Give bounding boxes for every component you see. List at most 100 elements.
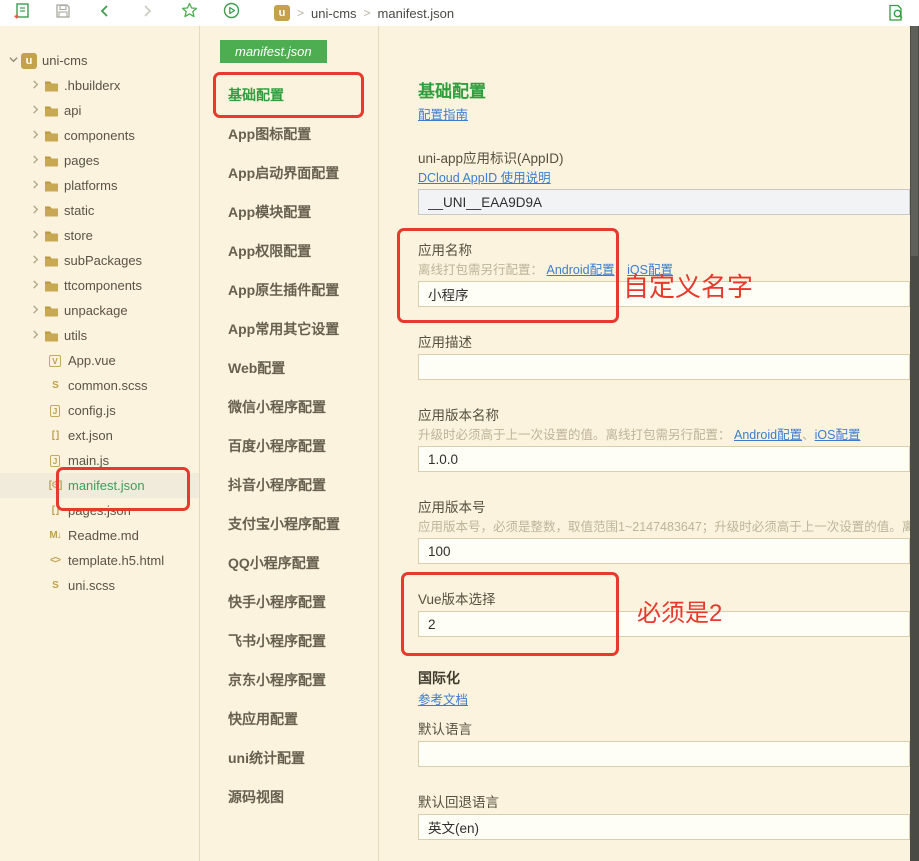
tree-folder-row[interactable]: utils [0, 323, 199, 348]
breadcrumb-file[interactable]: manifest.json [378, 6, 455, 21]
tree-folder-row[interactable]: api [0, 98, 199, 123]
chevron-right-icon[interactable] [28, 130, 42, 142]
tree-file-row[interactable]: M↓ Readme.md [0, 523, 199, 548]
new-file-button[interactable] [0, 0, 42, 26]
android-config-link[interactable]: Android配置 [547, 263, 615, 277]
tree-folder-row[interactable]: store [0, 223, 199, 248]
star-icon [181, 2, 198, 24]
config-guide-link[interactable]: 配置指南 [418, 108, 468, 122]
tree-folder-label: static [64, 203, 94, 218]
tree-folder-row[interactable]: platforms [0, 173, 199, 198]
version-name-input[interactable] [418, 446, 910, 472]
settings-nav-item[interactable]: 微信小程序配置 [200, 387, 378, 426]
vertical-scrollbar[interactable] [910, 26, 919, 861]
tree-file-row[interactable]: [⚙] manifest.json [0, 473, 199, 498]
i18n-docs-link[interactable]: 参考文档 [418, 693, 468, 707]
settings-nav-item-label: App常用其它设置 [228, 319, 339, 339]
chevron-right-icon[interactable] [28, 205, 42, 217]
settings-nav-item[interactable]: Web配置 [200, 348, 378, 387]
version-code-input[interactable] [418, 538, 910, 564]
document-tab[interactable]: manifest.json [220, 40, 327, 63]
chevron-right-icon[interactable] [28, 180, 42, 192]
tree-file-row[interactable]: [ ] pages.json [0, 498, 199, 523]
tree-file-row[interactable]: S common.scss [0, 373, 199, 398]
panel-divider[interactable] [378, 26, 379, 861]
breadcrumb-separator: > [364, 6, 371, 20]
version-name-label: 应用版本名称 [418, 407, 910, 424]
page-title: 基础配置 [418, 82, 910, 102]
breadcrumb-project[interactable]: uni-cms [311, 6, 357, 21]
tree-file-row[interactable]: V App.vue [0, 348, 199, 373]
settings-nav-item[interactable]: App原生插件配置 [200, 270, 378, 309]
back-button[interactable] [84, 0, 126, 26]
file-search-icon [887, 9, 905, 26]
settings-nav-item[interactable]: 支付宝小程序配置 [200, 504, 378, 543]
settings-nav-item[interactable]: 快手小程序配置 [200, 582, 378, 621]
tree-file-row[interactable]: [ ] ext.json [0, 423, 199, 448]
tree-file-row[interactable]: <> template.h5.html [0, 548, 199, 573]
search-in-file-button[interactable] [887, 4, 905, 27]
fallback-language-field: 默认回退语言 [418, 794, 910, 840]
tree-file-label: uni.scss [68, 578, 115, 593]
settings-nav-item[interactable]: 快应用配置 [200, 699, 378, 738]
scrollbar-thumb[interactable] [911, 26, 918, 256]
android-config-link[interactable]: Android配置 [734, 428, 802, 442]
settings-nav-item[interactable]: 百度小程序配置 [200, 426, 378, 465]
run-button[interactable] [210, 0, 252, 26]
chevron-right-icon[interactable] [28, 330, 42, 342]
app-name-input[interactable] [418, 281, 910, 307]
i18n-section-title: 国际化 [418, 670, 910, 687]
settings-nav-item-label: App图标配置 [228, 124, 311, 144]
app-desc-input[interactable] [418, 354, 910, 380]
settings-nav-item[interactable]: 基础配置 [200, 75, 378, 114]
tree-folder-row[interactable]: ttcomponents [0, 273, 199, 298]
chevron-right-icon[interactable] [28, 305, 42, 317]
ios-config-link[interactable]: iOS配置 [627, 263, 673, 277]
default-language-input[interactable] [418, 741, 910, 767]
settings-nav-item[interactable]: 抖音小程序配置 [200, 465, 378, 504]
chevron-right-icon[interactable] [28, 80, 42, 92]
tree-file-row[interactable]: J config.js [0, 398, 199, 423]
settings-nav-item[interactable]: App常用其它设置 [200, 309, 378, 348]
fallback-language-select[interactable] [418, 814, 910, 840]
settings-nav-item[interactable]: QQ小程序配置 [200, 543, 378, 582]
folder-icon [42, 255, 60, 267]
chevron-right-icon[interactable] [28, 105, 42, 117]
dcloud-appid-help-link[interactable]: DCloud AppID 使用说明 [418, 171, 551, 185]
vue-version-select[interactable] [418, 611, 910, 637]
appid-input[interactable] [418, 189, 910, 215]
settings-nav-item[interactable]: 源码视图 [200, 777, 378, 816]
settings-nav-item[interactable]: 飞书小程序配置 [200, 621, 378, 660]
tree-folder-row[interactable]: unpackage [0, 298, 199, 323]
chevron-right-icon[interactable] [28, 230, 42, 242]
settings-nav-item[interactable]: App图标配置 [200, 114, 378, 153]
settings-nav-item[interactable]: App启动界面配置 [200, 153, 378, 192]
chevron-right-icon[interactable] [28, 155, 42, 167]
tree-folder-row[interactable]: .hbuilderx [0, 73, 199, 98]
settings-nav-item[interactable]: App权限配置 [200, 231, 378, 270]
tree-folder-row[interactable]: components [0, 123, 199, 148]
chevron-right-icon[interactable] [28, 255, 42, 267]
tree-root-uni-cms[interactable]: u uni-cms [0, 48, 199, 73]
save-icon [55, 3, 71, 24]
bookmark-button[interactable] [168, 0, 210, 26]
settings-nav-item[interactable]: uni统计配置 [200, 738, 378, 777]
chevron-right-icon[interactable] [28, 280, 42, 292]
tree-file-row[interactable]: S uni.scss [0, 573, 199, 598]
tree-folder-row[interactable]: subPackages [0, 248, 199, 273]
tree-file-row[interactable]: J main.js [0, 448, 199, 473]
settings-nav-item[interactable]: App模块配置 [200, 192, 378, 231]
tree-folder-label: pages [64, 153, 99, 168]
panel-divider[interactable] [199, 26, 200, 861]
forward-button[interactable] [126, 0, 168, 26]
tree-folder-row[interactable]: pages [0, 148, 199, 173]
tree-file-label: ext.json [68, 428, 113, 443]
chevron-left-icon [98, 4, 112, 23]
tree-folder-label: .hbuilderx [64, 78, 120, 93]
tree-folder-row[interactable]: static [0, 198, 199, 223]
save-button[interactable] [42, 0, 84, 26]
settings-nav-item-label: uni统计配置 [228, 748, 305, 768]
ios-config-link[interactable]: iOS配置 [815, 428, 861, 442]
chevron-down-icon[interactable] [6, 55, 20, 67]
settings-nav-item[interactable]: 京东小程序配置 [200, 660, 378, 699]
